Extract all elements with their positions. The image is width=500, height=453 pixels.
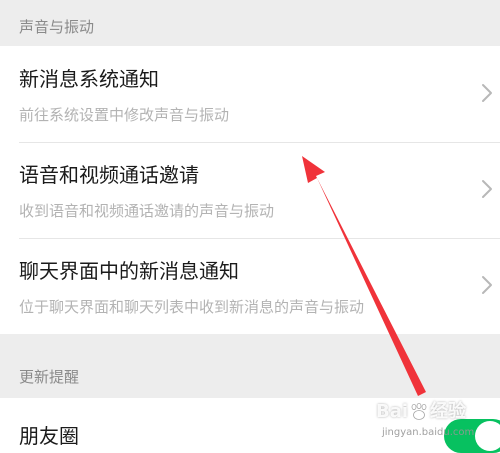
updates-settings-card: 朋友圈 [0, 398, 500, 453]
setting-subtitle: 位于聊天界面和聊天列表中收到新消息的声音与振动 [19, 298, 365, 316]
section-header-sound: 声音与振动 [19, 18, 95, 36]
setting-chat-new-message-notification[interactable]: 聊天界面中的新消息通知 位于聊天界面和聊天列表中收到新消息的声音与振动 [0, 238, 500, 334]
toggle-knob [475, 421, 500, 451]
chevron-right-icon [480, 176, 494, 202]
chevron-right-icon [480, 80, 494, 106]
moments-toggle[interactable] [444, 416, 500, 453]
setting-title: 语音和视频通话邀请 [19, 163, 199, 187]
setting-title-moments: 朋友圈 [19, 424, 79, 448]
setting-title: 聊天界面中的新消息通知 [19, 259, 239, 283]
setting-new-message-system-notification[interactable]: 新消息系统通知 前往系统设置中修改声音与振动 [0, 46, 500, 142]
setting-title: 新消息系统通知 [19, 67, 159, 91]
setting-subtitle: 收到语音和视频通话邀请的声音与振动 [19, 202, 275, 220]
chevron-right-icon [480, 272, 494, 298]
setting-voice-video-call-invite[interactable]: 语音和视频通话邀请 收到语音和视频通话邀请的声音与振动 [0, 142, 500, 238]
setting-subtitle: 前往系统设置中修改声音与振动 [19, 106, 230, 124]
section-header-updates: 更新提醒 [19, 368, 80, 386]
sound-settings-card: 新消息系统通知 前往系统设置中修改声音与振动 语音和视频通话邀请 收到语音和视频… [0, 46, 500, 334]
